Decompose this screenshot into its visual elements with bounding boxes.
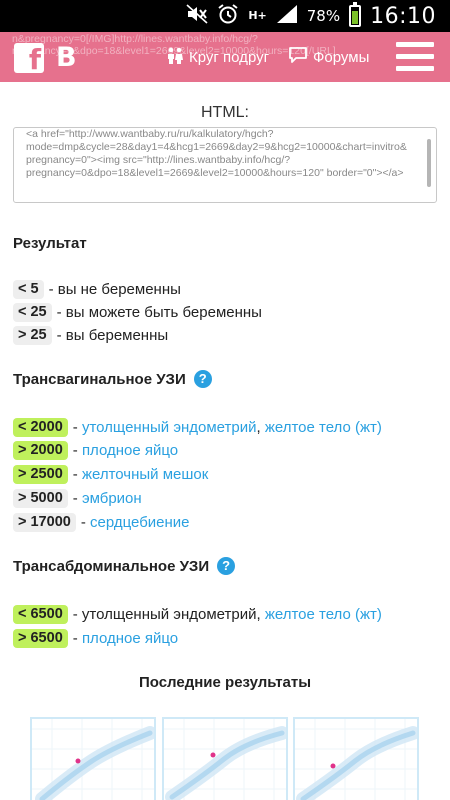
threshold-badge: > 2000	[13, 440, 68, 460]
recent-results-title: Последние результаты	[138, 674, 312, 691]
threshold-badge: < 6500	[13, 604, 68, 624]
battery-percent: 78%	[306, 7, 341, 25]
transvaginal-row: > 2500 - желточный мешок	[13, 463, 208, 485]
thumbnail-chart-image	[164, 719, 286, 800]
transabdominal-row: < 6500 - утолщенный эндометрий, желтое т…	[13, 603, 382, 625]
result-badge: < 5	[13, 279, 44, 299]
yolk-sac-link[interactable]: желточный мешок	[82, 466, 208, 483]
result-badge: > 25	[13, 325, 52, 345]
vk-icon[interactable]: B	[56, 41, 80, 75]
corpus-luteum-link[interactable]: желтое тело (жт)	[265, 606, 382, 623]
facebook-icon[interactable]: f	[14, 43, 44, 73]
transabdominal-title: Трансабдоминальное УЗИ ?	[13, 557, 236, 575]
heartbeat-link[interactable]: сердцебиение	[90, 514, 190, 531]
transabdominal-row: > 6500 - плодное яйцо	[13, 627, 178, 649]
gestational-sac-link[interactable]: плодное яйцо	[82, 442, 178, 459]
network-hplus-icon: H+	[248, 9, 267, 22]
people-icon	[166, 46, 184, 68]
result-row: > 25 - вы беременны	[13, 324, 168, 346]
alarm-icon	[217, 3, 239, 29]
dash: -	[72, 629, 78, 647]
dash: -	[72, 465, 78, 483]
status-bar: H+ 78% 16:10	[0, 0, 450, 32]
comma: ,	[256, 418, 261, 436]
dash: -	[72, 418, 78, 436]
result-badge: < 25	[13, 302, 52, 322]
hamburger-menu-icon[interactable]	[396, 42, 434, 72]
transvaginal-title: Трансвагинальное УЗИ ?	[13, 370, 212, 388]
threshold-badge: > 5000	[13, 488, 68, 508]
threshold-badge: > 17000	[13, 512, 76, 532]
chat-bubble-icon	[288, 46, 308, 68]
recent-result-thumbnail[interactable]	[162, 717, 288, 800]
circle-of-friends-link[interactable]: Круг подруг	[166, 46, 269, 68]
battery-icon	[349, 2, 362, 27]
result-row: < 5 - вы не беременны	[13, 278, 181, 300]
result-row: < 25 - вы можете быть беременны	[13, 301, 262, 323]
mute-icon	[186, 4, 208, 28]
clock: 16:10	[370, 3, 436, 29]
signal-icon	[276, 4, 298, 28]
forums-link[interactable]: Форумы	[288, 46, 369, 68]
threshold-badge: < 2000	[13, 417, 68, 437]
embryo-link[interactable]: эмбрион	[82, 490, 142, 507]
result-title: Результат	[13, 235, 87, 252]
circle-of-friends-label: Круг подруг	[189, 48, 270, 66]
threshold-badge: > 2500	[13, 464, 68, 484]
gestational-sac-link[interactable]: плодное яйцо	[82, 630, 178, 647]
recent-result-thumbnail[interactable]	[293, 717, 419, 800]
transvaginal-row: > 5000 - эмбрион	[13, 487, 142, 509]
result-text: - вы можете быть беременны	[56, 303, 262, 321]
corpus-luteum-link[interactable]: желтое тело (жт)	[265, 419, 382, 436]
threshold-badge: > 6500	[13, 628, 68, 648]
html-embed-label: HTML:	[201, 104, 249, 121]
thumbnail-chart-image	[32, 719, 154, 800]
transvaginal-row: < 2000 - утолщенный эндометрий, желтое т…	[13, 416, 382, 438]
dash: -	[72, 441, 78, 459]
transvaginal-row: > 2000 - плодное яйцо	[13, 439, 178, 461]
thumbnail-chart-image	[295, 719, 417, 800]
recent-result-thumbnail[interactable]	[30, 717, 156, 800]
result-text: - вы беременны	[56, 326, 169, 344]
dash: -	[80, 513, 86, 531]
dash: -	[72, 489, 78, 507]
site-header: n&pregnancy=0[/IMG]http://lines.wantbaby…	[0, 32, 450, 82]
endometrium-link[interactable]: утолщенный эндометрий	[82, 419, 257, 436]
help-icon[interactable]: ?	[193, 370, 212, 388]
forums-label: Форумы	[313, 48, 370, 66]
transvaginal-row: > 17000 - сердцебиение	[13, 511, 190, 533]
embed-code-textarea[interactable]: <a href="http://www.wantbaby.ru/ru/kalku…	[13, 127, 437, 203]
textarea-scrollbar[interactable]	[427, 139, 431, 187]
dash-text: - утолщенный эндометрий,	[72, 605, 261, 623]
result-text: - вы не беременны	[48, 280, 181, 298]
help-icon[interactable]: ?	[217, 557, 236, 575]
